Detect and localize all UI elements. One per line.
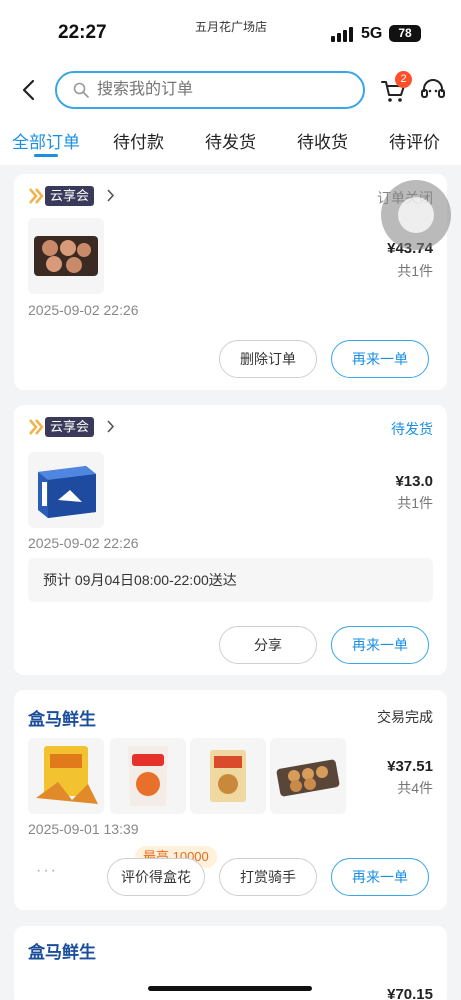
pastry-tray-image <box>276 759 340 797</box>
order-price: ¥70.15 <box>387 986 433 1000</box>
product-thumbnail[interactable] <box>28 738 104 814</box>
order-card[interactable]: 盒马鲜生 交易完成 ¥37.51 共4件 2025-09-01 13:39 ··… <box>14 690 447 910</box>
tab-pending-payment[interactable]: 待付款 <box>113 128 164 153</box>
product-thumbnail[interactable] <box>270 738 346 814</box>
brand-name[interactable]: 盒马鲜生 <box>28 705 96 730</box>
home-indicator <box>148 986 312 991</box>
chevron-right-icon <box>107 420 115 433</box>
tab-pending-receipt[interactable]: 待收货 <box>297 128 348 153</box>
order-price: ¥37.51 <box>387 758 433 775</box>
store-name: 五月花广场店 <box>195 20 268 34</box>
order-status: 交易完成 <box>377 709 433 725</box>
chips-bag-image <box>36 746 98 804</box>
status-bar: 22:27 五月花广场店 5G 78 <box>0 0 461 48</box>
brand-name: 云享会 <box>45 186 95 206</box>
signal-icon <box>331 26 355 42</box>
reorder-button[interactable]: 再来一单 <box>331 626 429 664</box>
search-icon <box>73 82 89 98</box>
search-input[interactable] <box>97 78 347 102</box>
more-options-icon[interactable]: ··· <box>36 862 58 880</box>
product-thumbnail[interactable] <box>28 452 104 528</box>
search-box[interactable] <box>55 71 365 109</box>
order-price: ¥13.0 <box>395 473 433 490</box>
order-status: 待发货 <box>391 421 433 437</box>
dumpling-tray-image <box>34 236 98 276</box>
back-arrow-icon[interactable] <box>20 78 38 102</box>
yunxianghui-logo-icon <box>29 419 44 435</box>
brand-name: 云享会 <box>45 417 95 437</box>
brand-name[interactable]: 盒马鲜生 <box>28 938 96 963</box>
header: 2 全部订单 待付款 待发货 待收货 待评价 <box>0 48 461 165</box>
order-card[interactable]: 云享会 待发货 ¥13.0 共1件 2025-09-02 22:26 预计 09… <box>14 405 447 675</box>
product-thumbnail[interactable] <box>190 738 266 814</box>
snack-bag-image <box>128 746 168 806</box>
delivery-estimate: 预计 09月04日08:00-22:00送达 <box>28 558 433 602</box>
order-date: 2025-09-02 22:26 <box>28 302 139 318</box>
review-button[interactable]: 评价得盒花 <box>107 858 205 896</box>
item-count: 共1件 <box>397 495 433 511</box>
battery-icon: 78 <box>389 25 421 42</box>
gift-box-image <box>38 466 96 518</box>
product-thumbnail[interactable] <box>110 738 186 814</box>
reorder-button[interactable]: 再来一单 <box>331 858 429 896</box>
share-button[interactable]: 分享 <box>219 626 317 664</box>
cookie-pack-image <box>210 750 246 802</box>
active-tab-indicator <box>34 154 58 157</box>
network-label: 5G <box>361 25 383 42</box>
status-time: 22:27 <box>58 22 107 43</box>
cart-count-badge: 2 <box>395 71 412 88</box>
tab-pending-review[interactable]: 待评价 <box>389 128 440 153</box>
order-tabs: 全部订单 待付款 待发货 待收货 待评价 <box>0 124 461 164</box>
item-count: 共1件 <box>397 263 433 279</box>
product-thumbnail[interactable] <box>28 218 104 294</box>
floating-assistive-button[interactable] <box>381 180 451 250</box>
tab-all-orders[interactable]: 全部订单 <box>12 128 80 153</box>
chevron-right-icon <box>107 189 115 202</box>
order-date: 2025-09-01 13:39 <box>28 821 139 837</box>
yunxianghui-logo-icon <box>29 188 44 204</box>
order-date: 2025-09-02 22:26 <box>28 535 139 551</box>
item-count: 共4件 <box>397 780 433 796</box>
tab-pending-shipment[interactable]: 待发货 <box>205 128 256 153</box>
delete-order-button[interactable]: 删除订单 <box>219 340 317 378</box>
customer-service-icon[interactable] <box>420 77 446 103</box>
reorder-button[interactable]: 再来一单 <box>331 340 429 378</box>
tip-rider-button[interactable]: 打赏骑手 <box>219 858 317 896</box>
